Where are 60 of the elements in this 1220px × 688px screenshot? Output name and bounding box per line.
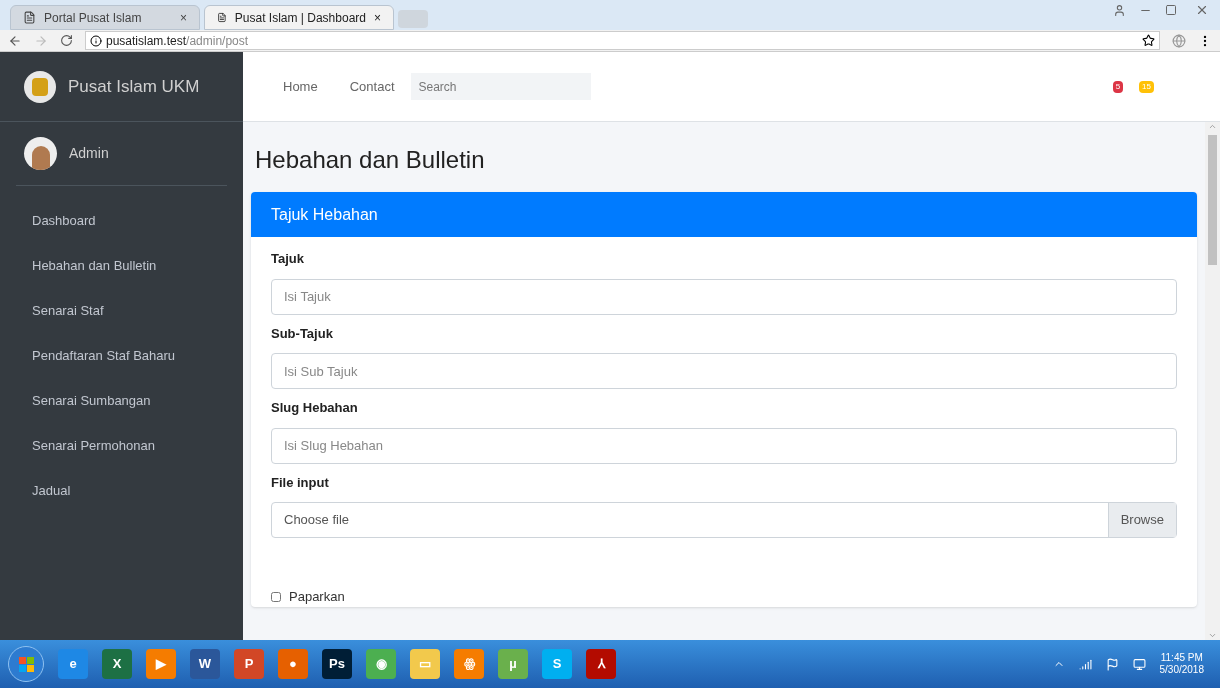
browser-tab[interactable]: Pusat Islam | Dashboard ×	[204, 5, 394, 30]
taskbar-app-button[interactable]: ⅄	[586, 649, 616, 679]
tab-title: Portal Pusat Islam	[44, 9, 143, 27]
sidebar-item[interactable]: Hebahan dan Bulletin	[8, 243, 235, 288]
search-field[interactable]: Search	[410, 73, 591, 100]
page-title: Hebahan dan Bulletin	[254, 145, 486, 175]
field-label: Tajuk	[271, 250, 305, 268]
back-icon[interactable]	[8, 33, 22, 48]
address-bar[interactable]: pusatislam.test/admin/post	[85, 31, 1160, 50]
card-header: Tajuk Hebahan	[251, 192, 1197, 237]
flag-icon[interactable]	[1105, 657, 1119, 671]
clock[interactable]: 11:45 PM 5/30/2018	[1159, 651, 1212, 677]
taskbar-app-button[interactable]: P	[234, 649, 264, 679]
url-text: pusatislam.test/admin/post	[106, 32, 249, 50]
close-tab-button[interactable]: ×	[374, 8, 381, 27]
sidebar-item[interactable]: Senarai Sumbangan	[8, 378, 235, 423]
network-icon[interactable]	[1078, 657, 1092, 671]
taskbar-app-button[interactable]: Ps	[322, 649, 352, 679]
sidebar-item[interactable]: Jadual	[8, 468, 235, 513]
file-input[interactable]: Choose file Browse	[271, 502, 1177, 538]
browse-button[interactable]: Browse	[1107, 503, 1176, 537]
scrollbar-thumb[interactable]	[1208, 135, 1217, 265]
extension-icon[interactable]	[1172, 33, 1186, 48]
sidebar-item[interactable]: Senarai Staf	[8, 288, 235, 333]
taskbar-app-button[interactable]: X	[102, 649, 132, 679]
nav-link[interactable]: Home	[283, 76, 318, 97]
sidebar-item[interactable]: Senarai Permohonan	[8, 423, 235, 468]
info-icon	[90, 34, 102, 47]
taskbar-app-button[interactable]: e	[58, 649, 88, 679]
logo-icon	[24, 70, 56, 103]
maximize-icon[interactable]	[1165, 4, 1177, 16]
scrollbar[interactable]	[1205, 122, 1220, 640]
text-input[interactable]: Isi Tajuk	[271, 278, 1177, 315]
reload-icon[interactable]	[60, 34, 73, 47]
bookmark-star-icon[interactable]	[1142, 34, 1155, 47]
page-icon	[217, 11, 227, 24]
text-input[interactable]: Isi Slug Hebahan	[271, 427, 1177, 464]
field-label: Slug Hebahan	[271, 399, 359, 417]
browser-tab[interactable]: Portal Pusat Islam ×	[10, 5, 200, 30]
start-button[interactable]	[8, 646, 44, 682]
checkbox-label: Paparkan	[289, 588, 345, 606]
field-label: Sub-Tajuk	[271, 324, 334, 343]
taskbar-app-button[interactable]: W	[190, 649, 220, 679]
page-icon	[23, 11, 36, 24]
close-tab-button[interactable]: ×	[180, 8, 187, 27]
notification-badge[interactable]: 5	[1112, 80, 1124, 93]
sidebar-item[interactable]: Dashboard	[8, 198, 235, 243]
field-label: File input	[271, 473, 330, 492]
tab-title: Pusat Islam | Dashboard	[234, 9, 366, 27]
profile-icon[interactable]	[1112, 3, 1126, 17]
close-icon[interactable]	[1195, 3, 1209, 17]
brand-name[interactable]: Pusat Islam UKM	[68, 73, 200, 100]
text-input[interactable]: Isi Sub Tajuk	[271, 353, 1177, 389]
nav-link[interactable]: Contact	[349, 76, 395, 97]
user-name[interactable]: Admin	[69, 143, 109, 164]
display-icon[interactable]	[1132, 657, 1146, 671]
sidebar-item[interactable]: Pendaftaran Staf Baharu	[8, 333, 235, 378]
file-placeholder: Choose file	[283, 511, 351, 530]
checkbox[interactable]	[271, 591, 281, 602]
avatar-icon	[24, 137, 57, 170]
